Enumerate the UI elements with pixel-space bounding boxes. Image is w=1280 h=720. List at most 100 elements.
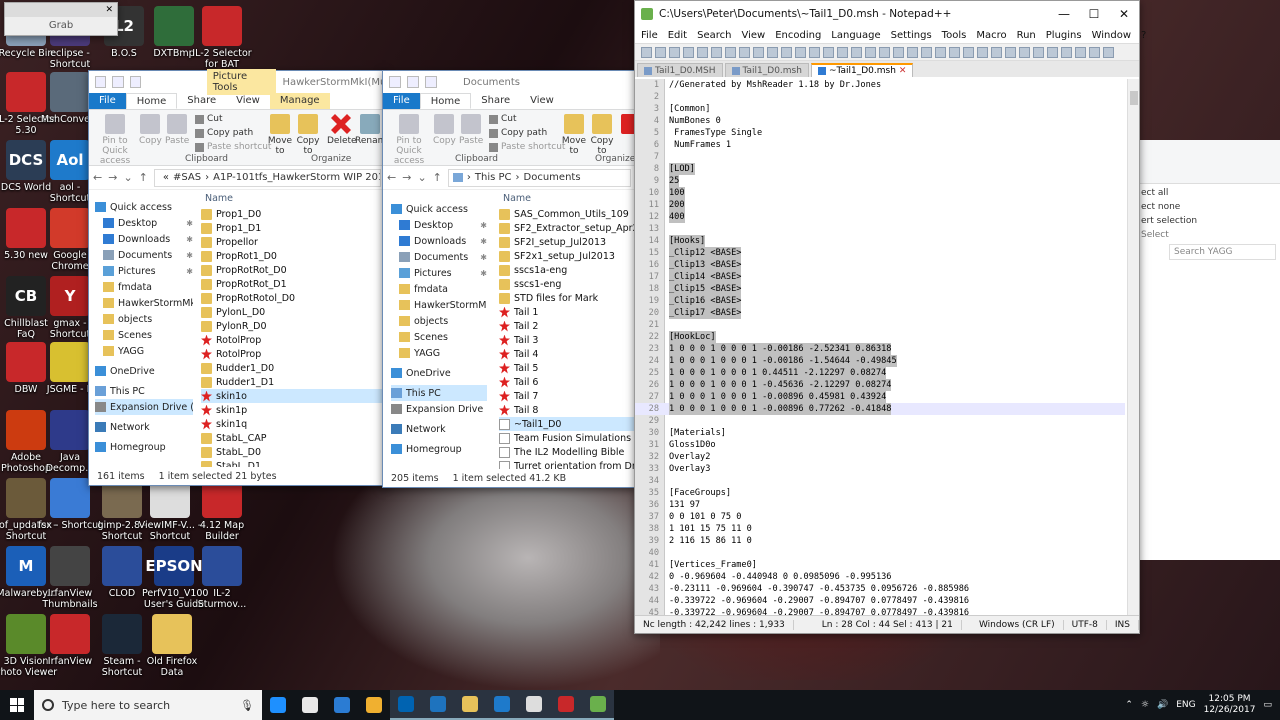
delete-button[interactable]: Delete (327, 114, 357, 146)
file-row[interactable]: Tail 1 (499, 305, 637, 319)
volume-icon[interactable]: 🔊 (1157, 700, 1168, 710)
new-folder-icon[interactable] (407, 76, 419, 88)
file-row[interactable]: SAS_Common_Utils_109 (499, 207, 637, 221)
title-bar[interactable]: C:\Users\Peter\Documents\~Tail1_D0.msh -… (635, 1, 1139, 27)
notifications-icon[interactable]: ▭ (1263, 700, 1272, 710)
nav-item[interactable]: Expansion Drive (G:) (95, 399, 193, 415)
up-icon[interactable]: ↑ (433, 171, 442, 184)
file-row[interactable]: RotolProp (201, 333, 387, 347)
chevron-down-icon[interactable]: ⌄ (123, 171, 132, 184)
file-row[interactable]: skin1p (201, 403, 387, 417)
nav-item[interactable]: Scenes (95, 327, 193, 343)
toolbar-button-icon[interactable] (711, 46, 722, 58)
forward-icon[interactable]: → (402, 171, 411, 184)
address-input[interactable]: › This PC › Documents (447, 168, 631, 187)
toolbar-button-icon[interactable] (1019, 46, 1030, 58)
cut-button[interactable]: Cut (489, 114, 517, 124)
file-row[interactable]: PropRotRot_D0 (201, 263, 387, 277)
toolbar-button-icon[interactable] (1005, 46, 1016, 58)
document-tab[interactable]: ~Tail1_D0.msh ✕ (810, 63, 914, 77)
file-row[interactable]: Tail 6 (499, 375, 637, 389)
paste-shortcut-button[interactable]: Paste shortcut (489, 142, 565, 152)
breadcrumb-2[interactable]: A1P-101tfs_HawkerStorm WIP 20171213 (213, 172, 380, 183)
toolbar-button-icon[interactable] (879, 46, 890, 58)
nav-item[interactable]: OneDrive (391, 365, 487, 381)
toolbar-button-icon[interactable] (865, 46, 876, 58)
toolbar-button-icon[interactable] (753, 46, 764, 58)
pin-quick-access-button[interactable]: Pin to Quick access (91, 114, 139, 166)
search-input[interactable]: Search YAGG (1169, 244, 1276, 260)
toolbar-button-icon[interactable] (655, 46, 666, 58)
column-header-name[interactable]: Name (201, 191, 387, 207)
file-row[interactable]: Tail 2 (499, 319, 637, 333)
file-row[interactable]: StabL_CAP (201, 431, 387, 445)
toolbar-button-icon[interactable] (725, 46, 736, 58)
file-row[interactable]: ~Tail1_D0 (499, 417, 637, 431)
move-to-button[interactable]: Move to (561, 114, 587, 156)
tab-home[interactable]: Home (125, 93, 178, 109)
nav-item[interactable]: Homegroup (391, 441, 487, 457)
forward-icon[interactable]: → (108, 171, 117, 184)
paste-shortcut-button[interactable]: Paste shortcut (195, 142, 271, 152)
menu-item[interactable]: Search (697, 30, 731, 41)
nav-item[interactable]: Documents ✱ (391, 249, 487, 265)
address-input[interactable]: « #SAS › A1P-101tfs_HawkerStorm WIP 2017… (153, 168, 381, 187)
document-tab[interactable]: Tail1_D0.msh (724, 63, 809, 77)
grab-titlebar[interactable]: ✕ (5, 3, 117, 17)
file-row[interactable]: PropRotRot_D1 (201, 277, 387, 291)
toolbar-button-icon[interactable] (935, 46, 946, 58)
file-row[interactable]: sscs1-eng (499, 277, 637, 291)
file-row[interactable]: sscs1a-eng (499, 263, 637, 277)
taskbar-app-button[interactable] (454, 690, 486, 720)
document-tab[interactable]: Tail1_D0.MSH (637, 63, 723, 77)
file-row[interactable]: SF2x1_setup_Jul2013 (499, 249, 637, 263)
taskbar-app-button[interactable] (262, 690, 294, 720)
toolbar-button-icon[interactable] (1033, 46, 1044, 58)
nav-item[interactable]: OneDrive (95, 363, 193, 379)
file-row[interactable]: Propellor (201, 235, 387, 249)
microphone-icon[interactable]: 🎙 (240, 699, 254, 712)
file-row[interactable]: Rudder1_D1 (201, 375, 387, 389)
properties-icon[interactable] (95, 76, 107, 88)
toolbar-button-icon[interactable] (907, 46, 918, 58)
file-row[interactable]: PylonR_D0 (201, 319, 387, 333)
properties-icon[interactable] (389, 76, 401, 88)
back-icon[interactable]: ← (387, 171, 396, 184)
copy-to-button[interactable]: Copy to (589, 114, 615, 156)
pin-quick-access-button[interactable]: Pin to Quick access (385, 114, 433, 166)
invert-selection-item[interactable]: ert selection (1141, 214, 1280, 228)
nav-item[interactable]: This PC (391, 385, 487, 401)
notepadpp-window[interactable]: C:\Users\Peter\Documents\~Tail1_D0.msh -… (634, 0, 1146, 634)
menu-item[interactable]: Language (831, 30, 880, 41)
menu-item[interactable]: View (741, 30, 765, 41)
file-row[interactable]: The IL2 Modelling Bible (499, 445, 637, 459)
nav-item[interactable]: objects (391, 313, 487, 329)
file-row[interactable]: skin1o (201, 389, 387, 403)
quick-access-toolbar[interactable]: Picture Tools HawkerStormMkI(Mult (89, 69, 385, 95)
nav-item[interactable]: objects (95, 311, 193, 327)
taskbar-app-button[interactable] (326, 690, 358, 720)
close-icon[interactable]: ✕ (1109, 7, 1139, 21)
chevron-up-icon[interactable]: ⌃ (1125, 700, 1133, 710)
tab-home[interactable]: Home (419, 93, 472, 109)
rename-button[interactable]: Rename (355, 114, 392, 146)
file-row[interactable]: SF2I_setup_Jul2013 (499, 235, 637, 249)
language-indicator[interactable]: ENG (1176, 700, 1195, 710)
file-row[interactable]: Tail 5 (499, 361, 637, 375)
toolbar-button-icon[interactable] (991, 46, 1002, 58)
explorer-window-documents[interactable]: Documents File Home Share View Pin to Qu… (382, 70, 637, 488)
taskbar-app-button[interactable] (422, 690, 454, 720)
copy-path-button[interactable]: Copy path (195, 128, 253, 138)
file-row[interactable]: SF2_Extractor_setup_Apr2012 (499, 221, 637, 235)
explorer-window-hawker[interactable]: Picture Tools HawkerStormMkI(Mult File H… (88, 69, 392, 486)
copy-path-button[interactable]: Copy path (489, 128, 547, 138)
file-row[interactable]: STD files for Mark (499, 291, 637, 305)
undo-icon[interactable] (425, 76, 437, 88)
maximize-icon[interactable]: ☐ (1079, 7, 1109, 21)
context-tab-label[interactable]: Picture Tools (206, 69, 277, 95)
toolbar-button-icon[interactable] (697, 46, 708, 58)
toolbar-button-icon[interactable] (767, 46, 778, 58)
toolbar-button-icon[interactable] (851, 46, 862, 58)
menu-item[interactable]: Settings (891, 30, 932, 41)
menu-item[interactable]: Window (1092, 30, 1131, 41)
